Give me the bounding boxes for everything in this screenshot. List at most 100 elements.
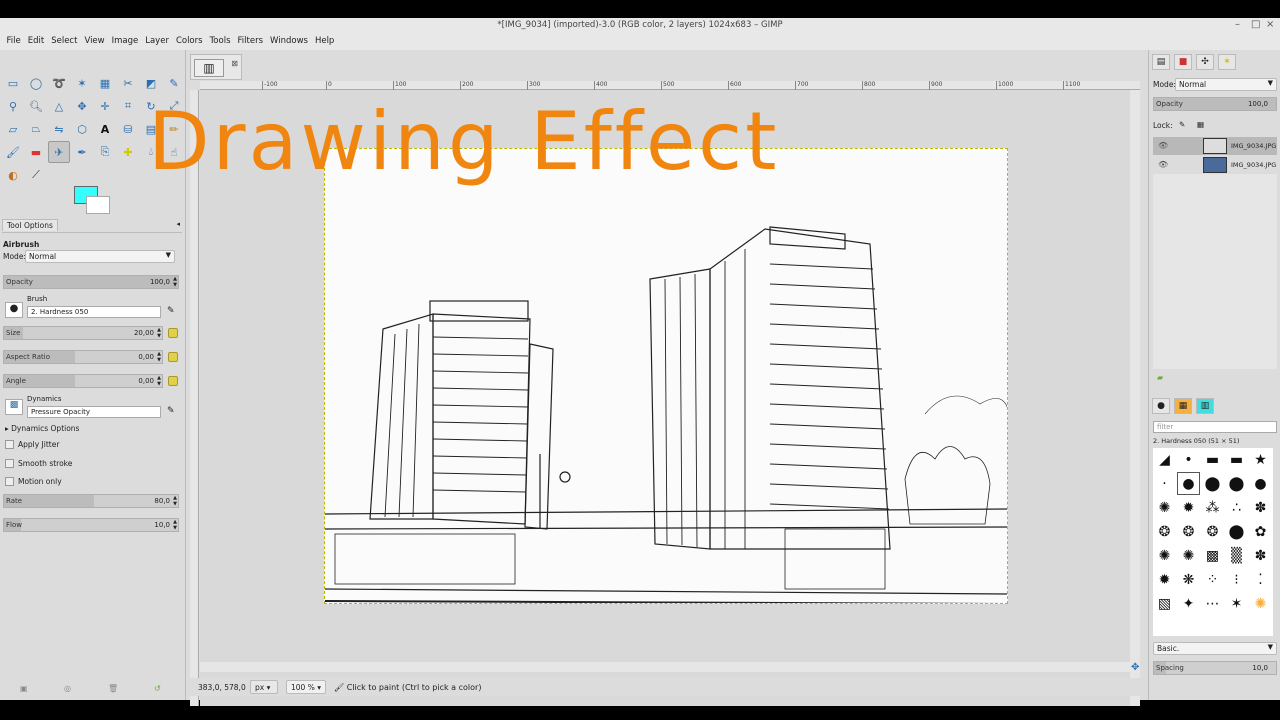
menu-help[interactable]: Help: [311, 33, 337, 50]
brush-item[interactable]: ✺: [1153, 496, 1176, 519]
reset-angle-icon[interactable]: [168, 376, 178, 386]
maximize-icon[interactable]: □: [1251, 19, 1260, 30]
brush-item[interactable]: ✺: [1177, 544, 1200, 567]
reset-options-icon[interactable]: ↺: [154, 684, 161, 693]
navigate-icon[interactable]: ✥: [1131, 662, 1139, 673]
menu-tools[interactable]: Tools: [206, 33, 234, 50]
brush-item[interactable]: ⬤: [1225, 520, 1248, 543]
lock-pixels-icon[interactable]: ✎: [1179, 120, 1185, 129]
delete-preset-icon[interactable]: 🗑︎: [108, 684, 118, 693]
layer-item[interactable]: 👁︎ IMG_9034.JPG: [1153, 137, 1277, 155]
brush-item[interactable]: ●: [1177, 472, 1200, 495]
brush-item[interactable]: ✺: [1153, 544, 1176, 567]
brush-item[interactable]: ●: [1249, 472, 1272, 495]
panel-menu-icon[interactable]: ◂: [176, 220, 180, 228]
brush-item[interactable]: ∴: [1225, 496, 1248, 519]
menu-layer[interactable]: Layer: [142, 33, 173, 50]
foreground-select-icon[interactable]: ◩: [140, 72, 162, 94]
brush-item[interactable]: ❂: [1201, 520, 1224, 543]
zoom-icon[interactable]: 🔍︎: [25, 95, 47, 117]
brush-item[interactable]: ⁘: [1201, 568, 1224, 591]
dynamics-field[interactable]: Pressure Opacity: [27, 406, 161, 418]
menu-edit[interactable]: Edit: [24, 33, 47, 50]
brush-item[interactable]: ⬤: [1201, 472, 1224, 495]
brush-preset-select[interactable]: Basic. ▼: [1153, 642, 1277, 655]
flow-slider[interactable]: Flow 10,0 ▲ ▼: [3, 518, 179, 532]
rate-slider[interactable]: Rate 80,0 ▲ ▼: [3, 494, 179, 508]
text-icon[interactable]: A: [94, 118, 116, 140]
brush-filter-input[interactable]: filter: [1153, 421, 1277, 433]
brush-item[interactable]: ·: [1153, 472, 1176, 495]
dodge-burn-icon[interactable]: ◐: [2, 164, 24, 186]
tab-tool-options[interactable]: Tool Options: [2, 219, 58, 231]
eye-icon[interactable]: 👁︎: [1158, 141, 1168, 150]
new-layer-icon[interactable]: ▰: [1157, 373, 1163, 382]
brush-item[interactable]: ▧: [1153, 592, 1176, 615]
paths-tab-icon[interactable]: ✣: [1196, 54, 1214, 70]
heal-icon[interactable]: ✚: [117, 141, 139, 163]
brush-item[interactable]: ✹: [1153, 568, 1176, 591]
color-picker-tool-icon[interactable]: ⟋: [25, 164, 47, 186]
brush-item[interactable]: ✹: [1177, 496, 1200, 519]
move-icon[interactable]: ✥: [71, 95, 93, 117]
ellipse-select-icon[interactable]: ◯: [25, 72, 47, 94]
apply-jitter-checkbox[interactable]: [5, 440, 14, 449]
gradients-tab-icon[interactable]: ▥: [1196, 398, 1214, 414]
brush-item[interactable]: ▩: [1201, 544, 1224, 567]
opacity-slider[interactable]: Opacity 100,0 ▲ ▼: [3, 275, 179, 289]
brush-item[interactable]: ❋: [1177, 568, 1200, 591]
undo-tab-icon[interactable]: ✶: [1218, 54, 1236, 70]
perspective-icon[interactable]: ⏢: [25, 118, 47, 140]
dynamics-preview-icon[interactable]: ▩: [5, 399, 23, 415]
paths-icon[interactable]: ✎: [163, 72, 185, 94]
spin-arrows-icon[interactable]: ▲ ▼: [157, 351, 161, 363]
brush-item[interactable]: ⬤: [1225, 472, 1248, 495]
crop-icon[interactable]: ⌗: [117, 95, 139, 117]
eye-icon[interactable]: 👁︎: [1158, 160, 1168, 169]
mode-select[interactable]: Normal ▼: [25, 250, 175, 263]
shear-icon[interactable]: ▱: [2, 118, 24, 140]
lock-alpha-icon[interactable]: ▦: [1197, 120, 1204, 129]
menu-image[interactable]: Image: [108, 33, 142, 50]
brush-item[interactable]: ▬: [1201, 448, 1224, 471]
brush-item[interactable]: ❂: [1177, 520, 1200, 543]
vertical-scrollbar[interactable]: [1130, 90, 1140, 706]
brush-item[interactable]: ✶: [1225, 592, 1248, 615]
brush-item[interactable]: ✿: [1249, 520, 1272, 543]
brush-item[interactable]: ⋯: [1201, 592, 1224, 615]
brush-spacing-slider[interactable]: Spacing 10,0: [1153, 661, 1277, 675]
aspect-ratio-slider[interactable]: Aspect Ratio 0,00 ▲ ▼: [3, 350, 163, 364]
spin-arrows-icon[interactable]: ▲ ▼: [157, 375, 161, 387]
minimize-icon[interactable]: –: [1235, 19, 1240, 30]
spin-arrows-icon[interactable]: ▲ ▼: [173, 519, 177, 531]
select-by-color-icon[interactable]: ▦: [94, 72, 116, 94]
brush-item[interactable]: ✽: [1249, 544, 1272, 567]
spin-arrows-icon[interactable]: ▲ ▼: [173, 495, 177, 507]
smooth-stroke-checkbox[interactable]: [5, 459, 14, 468]
brush-item[interactable]: ★: [1249, 448, 1272, 471]
clone-icon[interactable]: ⎘: [94, 141, 116, 163]
size-slider[interactable]: Size 20,00 ▲ ▼: [3, 326, 163, 340]
menu-select[interactable]: Select: [48, 33, 81, 50]
brush-item[interactable]: ✦: [1177, 592, 1200, 615]
edit-brush-icon[interactable]: ✎: [167, 306, 175, 316]
zoom-select[interactable]: 100 % ▾: [286, 680, 326, 694]
brush-item[interactable]: ⁂: [1201, 496, 1224, 519]
layer-item[interactable]: 👁︎ IMG_9034.JPG: [1153, 156, 1277, 174]
brush-item[interactable]: ✽: [1249, 496, 1272, 519]
bucket-fill-icon[interactable]: ⛁: [117, 118, 139, 140]
brush-item[interactable]: ▬: [1225, 448, 1248, 471]
save-preset-icon[interactable]: ▣: [20, 684, 28, 693]
paintbrush-icon[interactable]: 🖌︎: [2, 141, 24, 163]
brush-field[interactable]: 2. Hardness 050: [27, 306, 161, 318]
brush-preview-icon[interactable]: ●: [5, 302, 23, 318]
brush-item[interactable]: ✺: [1249, 592, 1272, 615]
angle-slider[interactable]: Angle 0,00 ▲ ▼: [3, 374, 163, 388]
scissors-icon[interactable]: ✂: [117, 72, 139, 94]
image-tab[interactable]: ▥ ⊠: [190, 54, 242, 80]
menu-file[interactable]: File: [3, 33, 24, 50]
edit-dynamics-icon[interactable]: ✎: [167, 406, 175, 416]
brush-item[interactable]: ❂: [1153, 520, 1176, 543]
eraser-icon[interactable]: ▬: [25, 141, 47, 163]
airbrush-icon[interactable]: ✈: [48, 141, 70, 163]
